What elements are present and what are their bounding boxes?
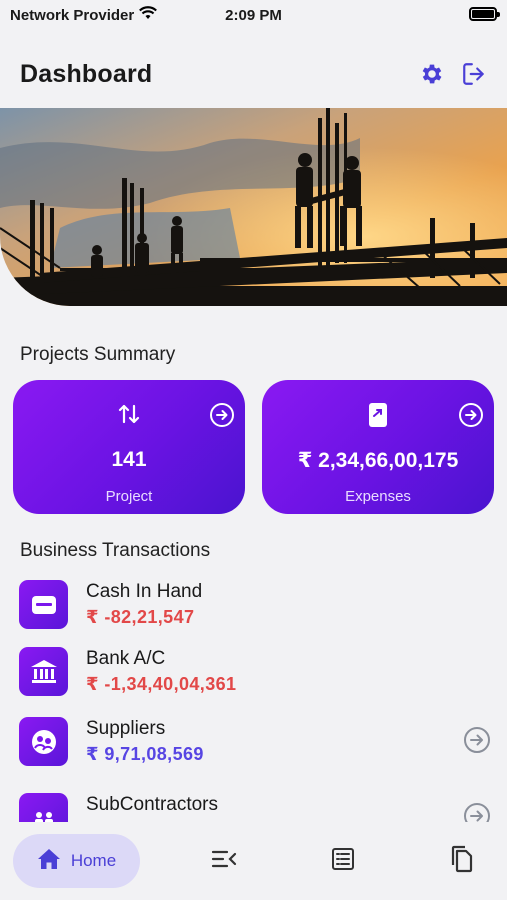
construction-banner-image xyxy=(0,108,507,306)
bank-icon xyxy=(19,647,68,696)
wallet-icon xyxy=(19,580,68,629)
battery-icon xyxy=(469,7,500,21)
copy-icon xyxy=(449,845,473,878)
list-alt-icon xyxy=(331,847,355,876)
expenses-amount: ₹ 2,34,66,00,175 xyxy=(297,449,459,472)
wifi-icon xyxy=(139,6,158,24)
list-item-suppliers[interactable]: Suppliers ₹ 9,71,08,569 xyxy=(19,714,491,770)
projects-summary-title: Projects Summary xyxy=(20,344,176,365)
txn-name: Cash In Hand xyxy=(86,581,203,602)
page-title: Dashboard xyxy=(20,59,153,88)
expenses-card[interactable]: ₹ 2,34,66,00,175 Expenses xyxy=(262,380,494,514)
logout-icon[interactable] xyxy=(461,61,487,87)
txn-name: Suppliers xyxy=(86,718,166,739)
settings-gear-icon[interactable] xyxy=(419,61,445,87)
arrow-circle-right-icon[interactable] xyxy=(458,402,484,433)
app-header: Dashboard xyxy=(20,46,487,102)
business-transactions-title: Business Transactions xyxy=(20,540,211,561)
status-bar: Network Provider 2:09 PM xyxy=(0,0,507,30)
home-icon xyxy=(37,848,61,875)
transactions-list: Cash In Hand ₹ -82,21,547 Bank A/C ₹ -1,… xyxy=(0,574,507,822)
mobile-transfer-icon xyxy=(368,402,388,433)
tab-documents[interactable] xyxy=(433,834,489,888)
expenses-label: Expenses xyxy=(345,488,411,505)
arrow-circle-right-icon[interactable] xyxy=(463,726,491,759)
tab-menu[interactable] xyxy=(196,834,252,888)
tab-home[interactable]: Home xyxy=(13,834,140,888)
list-item-bank-account[interactable]: Bank A/C ₹ -1,34,40,04,361 xyxy=(19,644,491,700)
header-actions xyxy=(419,61,487,87)
arrow-circle-right-icon[interactable] xyxy=(209,402,235,433)
status-left: Network Provider xyxy=(10,6,200,24)
bottom-tab-bar: Home xyxy=(0,826,507,900)
txn-amount: ₹ -1,34,40,04,361 xyxy=(86,674,237,694)
arrow-circle-right-icon[interactable] xyxy=(463,802,491,822)
carrier-name: Network Provider xyxy=(10,6,135,24)
txn-name: Bank A/C xyxy=(86,648,166,669)
suppliers-icon xyxy=(19,717,68,766)
list-item-subcontractors[interactable]: SubContractors xyxy=(19,790,491,822)
project-label: Project xyxy=(105,488,153,505)
tab-list[interactable] xyxy=(315,834,371,888)
menu-open-icon xyxy=(211,849,237,874)
list-item-cash-in-hand[interactable]: Cash In Hand ₹ -82,21,547 xyxy=(19,577,491,633)
tab-home-label: Home xyxy=(70,851,117,870)
swap-vertical-icon xyxy=(118,402,140,431)
project-count: 141 xyxy=(111,448,147,471)
projects-card[interactable]: 141 Project xyxy=(13,380,245,514)
txn-amount: ₹ -82,21,547 xyxy=(86,607,195,627)
txn-name: SubContractors xyxy=(86,794,219,815)
txn-amount: ₹ 9,71,08,569 xyxy=(86,744,204,764)
subcontractors-icon xyxy=(19,793,68,822)
